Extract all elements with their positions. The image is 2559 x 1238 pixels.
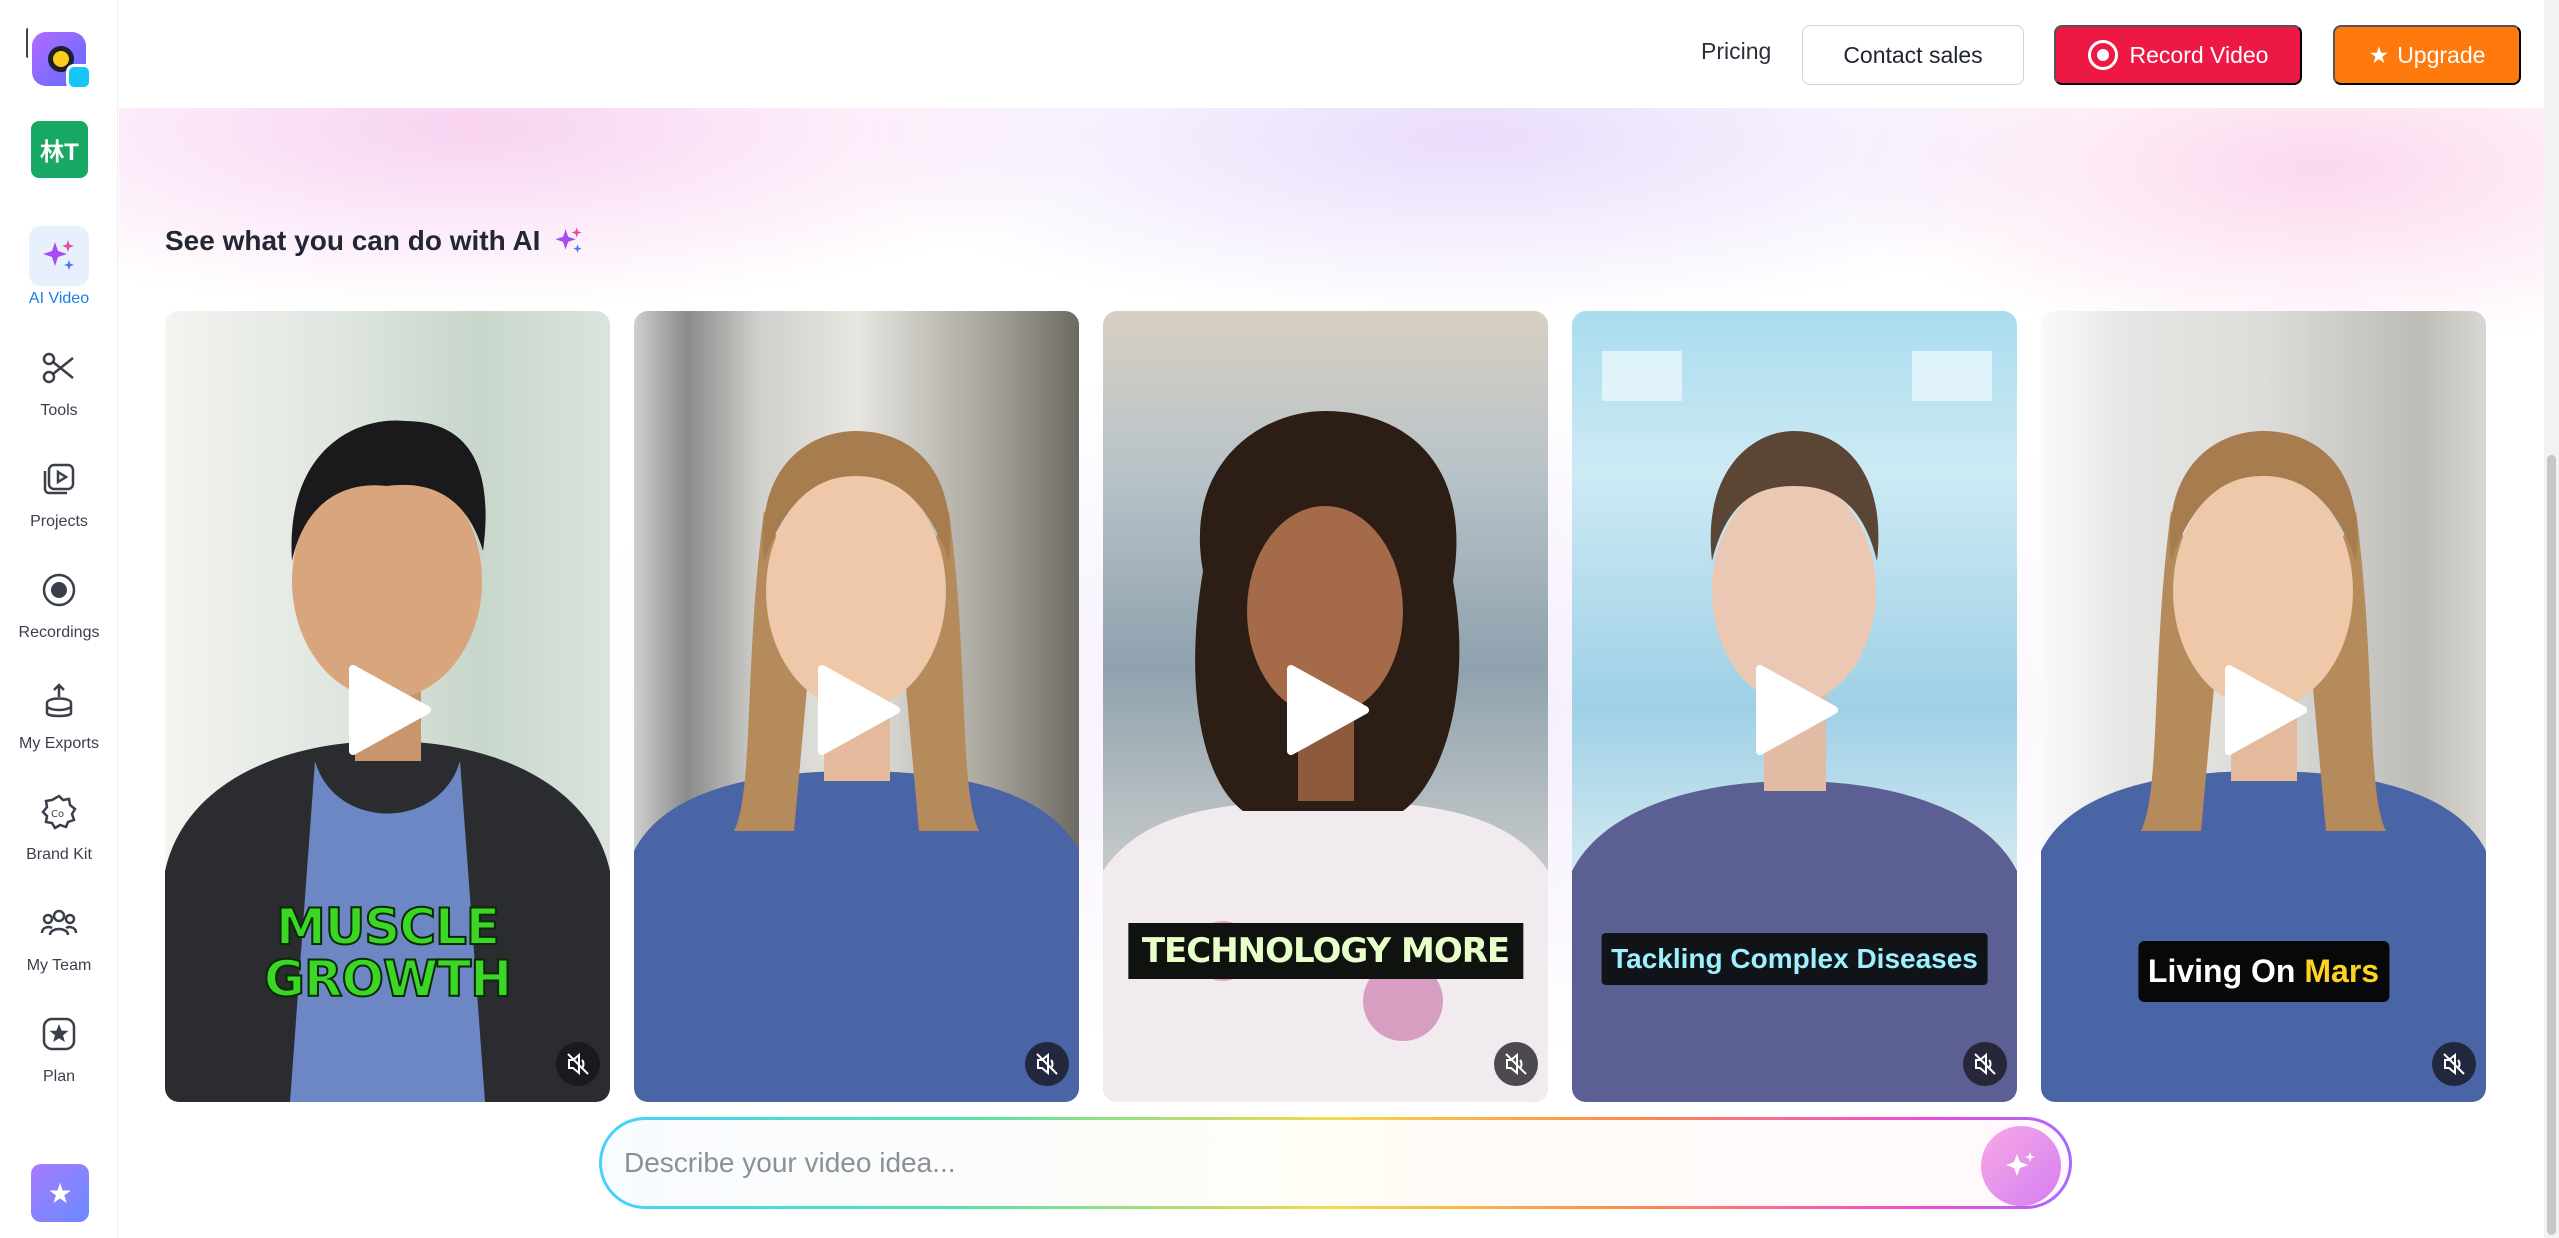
page-scrollbar[interactable] [2544, 0, 2559, 1238]
sparkle-icon [2006, 1152, 2035, 1176]
generate-button[interactable] [1981, 1126, 2061, 1206]
sidebar-item-plan[interactable]: Plan [0, 1004, 118, 1104]
sidebar-item-label: My Exports [18, 735, 99, 752]
top-header: Pricing Contact sales Record Video ★ Upg… [119, 0, 2559, 108]
pricing-link[interactable]: Pricing [1701, 38, 1771, 65]
muted-speaker-icon [1974, 1052, 1996, 1076]
caption-line: MUSCLE [275, 898, 501, 956]
play-icon[interactable] [1281, 665, 1371, 755]
sidebar-item-my-exports[interactable]: My Exports [0, 671, 118, 771]
muted-speaker-icon [1036, 1052, 1058, 1076]
video-idea-input[interactable] [624, 1140, 1924, 1186]
scissors-icon [29, 338, 89, 398]
play-icon[interactable] [812, 665, 902, 755]
video-idea-prompt [599, 1117, 2072, 1209]
caption-line: GROWTH [263, 950, 513, 1008]
ai-sparkle-icon [29, 226, 89, 286]
video-card[interactable]: Tackling Complex Diseases [1572, 311, 2017, 1102]
video-caption: MUSCLE GROWTH [263, 898, 513, 1008]
play-icon[interactable] [2219, 665, 2309, 755]
video-caption: TECHNOLOGY MORE [1127, 923, 1524, 979]
mute-button[interactable] [1494, 1042, 1538, 1086]
main-content: See what you can do with AI MUSCLE GROWT… [119, 108, 2544, 1238]
exports-icon [29, 671, 89, 731]
ai-sparkle-icon [555, 227, 583, 253]
upgrade-star-button[interactable]: ★ [31, 1164, 89, 1222]
video-caption: Living On Mars [2137, 941, 2390, 1002]
brand-kit-icon: Co [29, 782, 89, 842]
workspace-avatar[interactable]: 林T [31, 121, 88, 178]
mute-button[interactable] [2432, 1042, 2476, 1086]
muted-speaker-icon [567, 1052, 589, 1076]
svg-text:Co: Co [51, 809, 64, 820]
video-card[interactable] [634, 311, 1079, 1102]
sidebar-item-label: Plan [42, 1068, 76, 1085]
scrollbar-thumb[interactable] [2547, 455, 2556, 1235]
caption-highlight: Mars [2304, 953, 2380, 989]
upgrade-button[interactable]: ★ Upgrade [2333, 25, 2521, 85]
muted-speaker-icon [2443, 1052, 2465, 1076]
prompt-box [602, 1120, 2069, 1206]
star-icon: ★ [2368, 41, 2390, 68]
sidebar-item-label: My Team [26, 957, 92, 974]
caption-text: Living On [2147, 953, 2305, 989]
section-title: See what you can do with AI [165, 224, 586, 258]
video-card[interactable]: TECHNOLOGY MORE [1103, 311, 1548, 1102]
video-card[interactable]: MUSCLE GROWTH [165, 311, 610, 1102]
contact-sales-button[interactable]: Contact sales [1802, 25, 2024, 85]
sidebar-item-recordings[interactable]: Recordings [0, 560, 118, 660]
play-icon[interactable] [1750, 665, 1840, 755]
record-video-label: Record Video [2129, 41, 2269, 68]
muted-speaker-icon [1505, 1052, 1527, 1076]
upgrade-label: Upgrade [2397, 41, 2486, 68]
sidebar-item-my-team[interactable]: My Team [0, 893, 118, 993]
logo-cord [26, 28, 30, 58]
sidebar-item-label: AI Video [28, 290, 90, 307]
record-video-button[interactable]: Record Video [2054, 25, 2302, 85]
mute-button[interactable] [1963, 1042, 2007, 1086]
sidebar-item-label: Brand Kit [26, 846, 92, 863]
sidebar-item-ai-video[interactable]: AI Video [0, 226, 118, 326]
section-title-text: See what you can do with AI [165, 225, 541, 256]
sidebar-item-projects[interactable]: Projects [0, 449, 118, 549]
sidebar: 林T AI Video Tools Projects Recordings My… [0, 0, 118, 1238]
star-badge-icon [29, 1004, 89, 1064]
logo-camera-icon [66, 64, 92, 90]
record-icon [2087, 40, 2118, 70]
sidebar-item-brand-kit[interactable]: Co Brand Kit [0, 782, 118, 882]
video-card[interactable]: Living On Mars [2041, 311, 2486, 1102]
app-logo[interactable] [26, 28, 92, 92]
sidebar-item-label: Recordings [18, 624, 100, 641]
play-icon[interactable] [343, 665, 433, 755]
record-icon [29, 560, 89, 620]
sidebar-item-label: Tools [40, 402, 78, 419]
video-caption: Tackling Complex Diseases [1601, 933, 1988, 985]
sidebar-item-tools[interactable]: Tools [0, 338, 118, 438]
mute-button[interactable] [1025, 1042, 1069, 1086]
projects-icon [29, 449, 89, 509]
team-icon [29, 893, 89, 953]
sidebar-item-label: Projects [30, 513, 88, 530]
mute-button[interactable] [556, 1042, 600, 1086]
